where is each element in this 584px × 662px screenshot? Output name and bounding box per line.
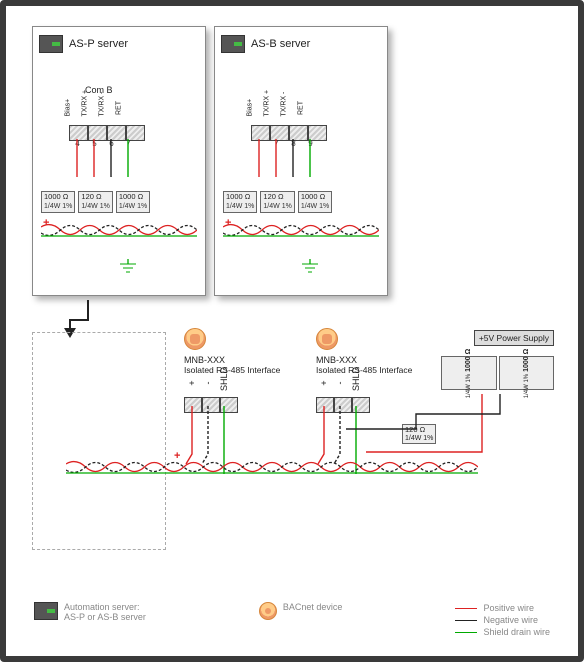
bacnet-title: MNB-XXX — [316, 355, 412, 365]
swatch-shield — [455, 632, 477, 633]
resistor-1k: 1/4W 1% 1000 Ω — [499, 356, 554, 390]
asp-title: AS-P server — [69, 38, 128, 50]
bacnet-icon — [316, 328, 338, 350]
legend-automation-label: Automation server: AS-P or AS-B server — [64, 602, 146, 622]
sign-shld: SHLD — [216, 375, 232, 391]
resistor-1k: 1000 Ω1/4W 1% — [298, 191, 332, 213]
psu-resistors: 1/4W 1% 1000 Ω 1/4W 1% 1000 Ω — [441, 356, 554, 390]
lbl-ret: RET — [296, 100, 326, 117]
sign-minus: - — [332, 375, 348, 391]
num: 9 — [302, 139, 319, 148]
asb-terminal-numbers: 7 8 9 — [251, 139, 319, 148]
bacnet-subtitle: Isolated RS-485 Interface — [316, 365, 412, 375]
asp-resistor-row: 1000 Ω1/4W 1% 120 Ω1/4W 1% 1000 Ω1/4W 1% — [41, 191, 150, 213]
resistor-120: 120 Ω1/4W 1% — [78, 191, 112, 213]
asb-title: AS-B server — [251, 38, 310, 50]
bacnet-sign-row: + - SHLD — [316, 375, 412, 391]
bacnet-icon — [184, 328, 206, 350]
sign-minus: - — [200, 375, 216, 391]
num: 5 — [86, 139, 103, 148]
resistor-1k: 1000 Ω1/4W 1% — [41, 191, 75, 213]
ground-icon — [301, 259, 319, 275]
bacnet-icon — [259, 602, 277, 620]
sign-plus: + — [316, 375, 332, 391]
legend: Automation server: AS-P or AS-B server B… — [34, 602, 550, 638]
asb-server-box: AS-B server Bias+ TX/RX + TX/RX - RET 7 … — [214, 26, 388, 296]
num: 7 — [120, 139, 137, 148]
legend-automation: Automation server: AS-P or AS-B server — [34, 602, 146, 622]
bacnet-terminals — [316, 397, 412, 413]
diagram-frame: AS-P server Com B Bias+ TX/RX + TX/RX - … — [0, 0, 584, 662]
swatch-negative — [455, 620, 477, 621]
swatch-positive — [455, 608, 477, 609]
num: 7 — [268, 139, 285, 148]
num: 8 — [285, 139, 302, 148]
num: 4 — [69, 139, 86, 148]
server-icon — [34, 602, 58, 620]
asp-terminal-labels: Bias+ TX/RX + TX/RX - RET — [69, 93, 137, 123]
legend-pos-label: Positive wire — [483, 603, 534, 613]
power-supply: +5V Power Supply — [474, 330, 554, 346]
bacnet-sign-row: + - SHLD — [184, 375, 280, 391]
twisted-pair — [41, 223, 197, 237]
asp-terminal-numbers: 4 5 6 7 — [69, 139, 137, 148]
resistor-1k: 1000 Ω1/4W 1% — [116, 191, 150, 213]
legend-shld-label: Shield drain wire — [483, 627, 550, 637]
bacnet-device-1: MNB-XXX Isolated RS-485 Interface + - SH… — [184, 328, 280, 413]
asb-resistor-row: 1000 Ω1/4W 1% 120 Ω1/4W 1% 1000 Ω1/4W 1% — [223, 191, 332, 213]
inline-resistor-120: 120 Ω1/4W 1% — [402, 424, 436, 444]
num — [251, 139, 268, 148]
legend-lines: Positive wire Negative wire Shield drain… — [455, 602, 550, 638]
dashed-placeholder — [32, 332, 166, 550]
lbl-ret: RET — [114, 100, 144, 117]
asp-server-box: AS-P server Com B Bias+ TX/RX + TX/RX - … — [32, 26, 206, 296]
server-icon — [39, 35, 63, 53]
server-icon — [221, 35, 245, 53]
legend-bacnet: BACnet device — [259, 602, 343, 620]
bacnet-device-2: MNB-XXX Isolated RS-485 Interface + - SH… — [316, 328, 412, 413]
bacnet-terminals — [184, 397, 280, 413]
bacnet-title: MNB-XXX — [184, 355, 280, 365]
num: 6 — [103, 139, 120, 148]
asb-terminal-labels: Bias+ TX/RX + TX/RX - RET — [251, 93, 319, 123]
resistor-1k: 1000 Ω1/4W 1% — [223, 191, 257, 213]
sign-shld: SHLD — [348, 375, 364, 391]
ground-icon — [119, 259, 137, 275]
sign-plus: + — [184, 375, 200, 391]
resistor-1k: 1/4W 1% 1000 Ω — [441, 356, 496, 390]
bacnet-subtitle: Isolated RS-485 Interface — [184, 365, 280, 375]
lower-twisted-pair — [66, 460, 478, 474]
legend-neg-label: Negative wire — [483, 615, 538, 625]
legend-bacnet-label: BACnet device — [283, 602, 343, 612]
resistor-120: 120 Ω1/4W 1% — [260, 191, 294, 213]
twisted-pair — [223, 223, 379, 237]
